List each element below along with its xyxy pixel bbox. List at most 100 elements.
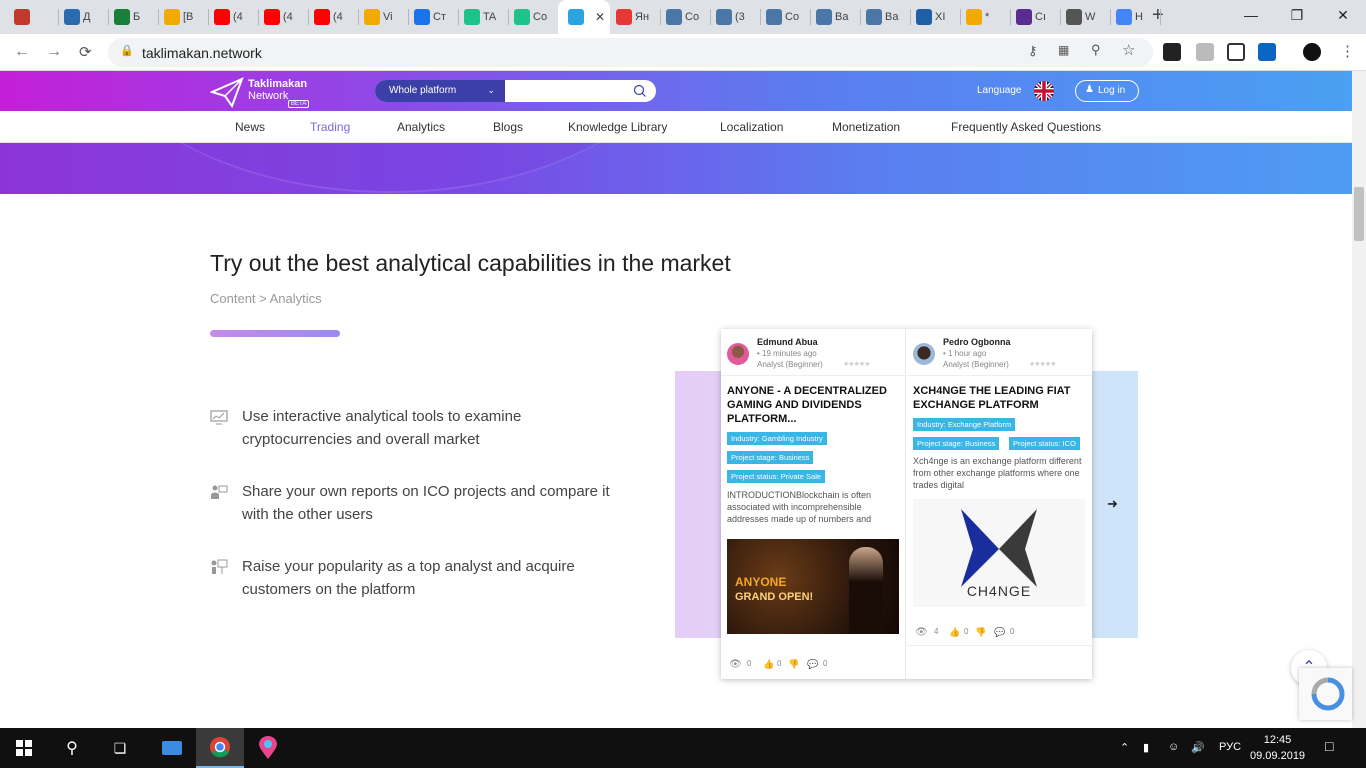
extension-icon[interactable] [1163,43,1181,61]
tag-badge[interactable]: Project stage: Business [727,451,814,464]
language-label[interactable]: Language [977,85,1022,96]
menu-item-blogs[interactable]: Blogs [493,120,523,134]
vk-icon [816,9,832,25]
browser-tab[interactable]: W [1060,6,1111,28]
menu-item-monetization[interactable]: Monetization [832,120,900,134]
browser-tab[interactable]: Ва [810,6,861,28]
browser-tab[interactable]: * [960,6,1011,28]
bookmark-star-icon[interactable]: ☆ [1122,41,1135,59]
browser-tab[interactable]: Co [760,6,811,28]
browser-tab[interactable]: Cт [408,6,459,28]
tag-badge[interactable]: Project status: ICO [1009,437,1080,450]
thumbs-up-icon[interactable]: 👍 [949,627,960,638]
windows-taskbar: ⚲ ❏ ⌃ ▮ ☺ 🔊 РУС 12:45 09.09.2019 □ [0,728,1366,768]
windows-start-icon[interactable] [0,728,48,768]
carousel-next-arrow-icon[interactable]: ➜ [1107,496,1118,512]
reload-icon[interactable]: ⟳ [79,43,92,61]
menu-item-localization[interactable]: Localization [720,120,783,134]
notifications-icon[interactable]: □ [1325,738,1333,754]
zoom-icon[interactable]: ⚲ [1091,42,1101,58]
avatar[interactable] [727,343,749,365]
section-title: Try out the best analytical capabilities… [210,250,731,276]
thumbs-down-icon[interactable]: 👎 [788,659,799,670]
browser-tab[interactable]: (4 [208,6,259,28]
chrome-taskbar-icon[interactable] [196,728,244,768]
browser-tab[interactable]: (4 [258,6,309,28]
file-explorer-icon[interactable] [148,728,196,768]
search-input[interactable] [509,82,629,100]
comment-icon[interactable]: 💬 [994,627,1005,638]
clock[interactable]: 12:45 09.09.2019 [1250,732,1305,764]
browser-tab[interactable]: H [1110,6,1161,28]
site-logo[interactable]: Taklimakan Network BETA [210,76,320,108]
search-scope-select[interactable]: Whole platform ⌄ [375,80,505,102]
forward-icon[interactable]: → [46,43,62,61]
tag-badge[interactable]: Project stage: Business [913,437,1000,450]
language-indicator[interactable]: РУС [1219,741,1241,753]
card-image[interactable]: ANYONE GRAND OPEN! [727,539,899,634]
browser-tab[interactable]: (4 [308,6,359,28]
recaptcha-badge[interactable] [1299,668,1352,720]
menu-item-analytics[interactable]: Analytics [397,120,445,134]
analytics-card[interactable]: Edmund Abua • 19 minutes ago Analyst (Be… [721,329,906,679]
browser-tab[interactable]: ✕ [558,0,610,34]
tray-chevron-up-icon[interactable]: ⌃ [1120,741,1129,754]
browser-tab[interactable]: TA [458,6,509,28]
login-button[interactable]: ♟ Log in [1075,80,1139,102]
browser-tab-label: TA [483,11,497,23]
menu-item-faq[interactable]: Frequently Asked Questions [951,120,1101,134]
search-icon[interactable] [632,83,648,99]
comment-icon[interactable]: 💬 [807,659,818,670]
avatar[interactable] [913,343,935,365]
key-icon[interactable]: ⚷ [1028,43,1038,59]
tag-badge[interactable]: Project status: Private Sale [727,470,826,483]
browser-tab[interactable] [8,6,59,28]
search-icon[interactable]: ⚲ [48,728,96,768]
extension-icon[interactable] [1227,43,1245,61]
author-name[interactable]: Pedro Ogbonna [943,337,1011,347]
google-icon [1116,9,1132,25]
card-title[interactable]: ANYONE - A DECENTRALIZED GAMING AND DIVI… [727,384,899,426]
battery-icon[interactable]: ▮ [1143,741,1149,754]
tag-badge[interactable]: Industry: Gambling Industry [727,432,827,445]
linkedin-icon[interactable] [1258,43,1276,61]
author-name[interactable]: Edmund Abua [757,337,818,347]
page-scrollbar[interactable] [1352,71,1366,728]
maximize-icon[interactable]: ❐ [1274,0,1320,30]
browser-tab[interactable]: XI [910,6,961,28]
volume-icon[interactable]: 🔊 [1191,741,1205,754]
maps-pin-icon[interactable] [244,728,292,768]
card-image[interactable]: CH4NGE [913,499,1085,607]
translate-icon[interactable]: ▦ [1058,43,1069,57]
browser-tab[interactable]: Co [660,6,711,28]
browser-tab[interactable]: (3 [710,6,761,28]
uk-flag-icon[interactable] [1034,81,1054,101]
browser-tab[interactable]: Cı [1010,6,1061,28]
browser-tab[interactable]: Ва [860,6,911,28]
browser-tab[interactable]: [В [158,6,209,28]
close-tab-icon[interactable]: ✕ [595,10,605,24]
extension-icon[interactable] [1196,43,1214,61]
browser-tab[interactable]: Vi [358,6,409,28]
browser-tab[interactable]: Д [58,6,109,28]
browser-tab[interactable]: Б [108,6,159,28]
url-field[interactable]: 🔒 taklimakan.network ⚷ ▦ ⚲ ☆ [108,38,1153,67]
chrome-menu-icon[interactable]: ⋮ [1340,42,1355,60]
browser-tab[interactable]: Ян [610,6,661,28]
profile-avatar[interactable] [1303,43,1321,61]
wifi-icon[interactable]: ☺ [1168,741,1179,753]
minimize-icon[interactable]: — [1228,0,1274,30]
menu-item-knowledge-library[interactable]: Knowledge Library [568,120,667,134]
close-window-icon[interactable]: ✕ [1320,0,1366,30]
task-view-icon[interactable]: ❏ [96,728,144,768]
tag-badge[interactable]: Industry: Exchange Platform [913,418,1016,431]
thumbs-up-icon[interactable]: 👍 [763,659,774,670]
browser-tab[interactable]: Co [508,6,559,28]
menu-item-news[interactable]: News [235,120,265,134]
back-icon[interactable]: ← [14,43,30,61]
menu-item-trading[interactable]: Trading [310,120,350,134]
scrollbar-thumb[interactable] [1354,187,1364,241]
card-title[interactable]: XCH4NGE THE LEADING FIAT EXCHANGE PLATFO… [913,384,1085,412]
analytics-card[interactable]: Pedro Ogbonna • 1 hour ago Analyst (Begi… [907,329,1092,679]
thumbs-down-icon[interactable]: 👎 [975,627,986,638]
